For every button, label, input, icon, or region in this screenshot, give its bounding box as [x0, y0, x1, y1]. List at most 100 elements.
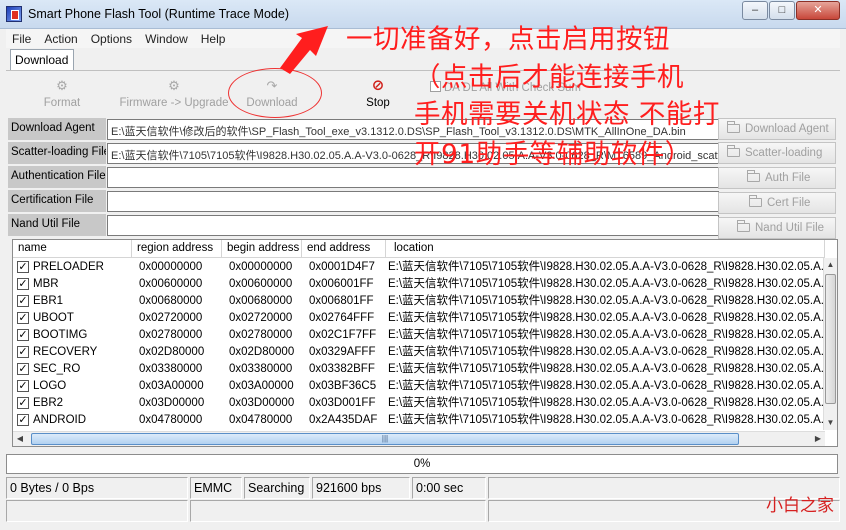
- menu-file[interactable]: File: [6, 32, 38, 46]
- pointer-arrow-icon: [280, 26, 328, 74]
- table-row[interactable]: ✓ SEC_RO 0x03380000 0x03380000 0x03382BFF E:\…: [13, 361, 825, 378]
- scroll-right-icon[interactable]: ▶: [811, 432, 825, 446]
- cell-name: BOOTIMG: [33, 329, 88, 341]
- cell-region-address: 0x00680000: [139, 295, 203, 307]
- cell-begin-address: 0x02D80000: [229, 346, 295, 358]
- cell-name: EBR2: [33, 397, 64, 409]
- cell-begin-address: 0x00000000: [229, 261, 293, 273]
- column-location[interactable]: location: [386, 240, 825, 258]
- cert-file-row: Certification File: [8, 190, 719, 212]
- menu-window[interactable]: Window: [139, 32, 195, 46]
- cell-end-address: 0x03BF36C5: [309, 380, 377, 392]
- nand-util-button[interactable]: Nand Util File: [718, 217, 836, 239]
- cell-location: E:\蓝天信软件\7105\7105软件\I9828.H30.02.05.A.A…: [388, 329, 825, 341]
- cell-region-address: 0x02720000: [139, 312, 203, 324]
- table-row[interactable]: ✓ PRELOADER 0x00000000 0x00000000 0x0001D4F7…: [13, 259, 825, 276]
- table-row[interactable]: ✓ UBOOT 0x02720000 0x02720000 0x02764FFF E:\蓝…: [13, 310, 825, 327]
- scroll-left-icon[interactable]: ◀: [13, 432, 27, 446]
- row-checkbox[interactable]: ✓: [17, 380, 29, 392]
- cell-begin-address: 0x03D00000: [229, 397, 295, 409]
- nand-util-row: Nand Util File: [8, 214, 719, 236]
- column-end-address[interactable]: end address: [302, 240, 386, 258]
- firmware-upgrade-button[interactable]: ⚙ Firmware -> Upgrade: [114, 77, 234, 115]
- horizontal-scroll-thumb[interactable]: |||: [31, 433, 739, 445]
- cell-name: EBR1: [33, 295, 64, 307]
- watermark: 小白之家: [766, 496, 834, 516]
- row-checkbox[interactable]: ✓: [17, 397, 29, 409]
- stop-button[interactable]: ⊘ Stop: [358, 77, 398, 115]
- table-row[interactable]: ✓ EBR1 0x00680000 0x00680000 0x006801FF E:\蓝天…: [13, 293, 825, 310]
- row-checkbox[interactable]: ✓: [17, 329, 29, 341]
- format-button[interactable]: ⚙ Format: [40, 77, 84, 115]
- firmware-upgrade-label: Firmware -> Upgrade: [119, 97, 229, 109]
- horizontal-scrollbar[interactable]: ◀ ||| ▶: [13, 431, 825, 446]
- auth-file-input[interactable]: [107, 167, 719, 188]
- format-icon: ⚙: [56, 78, 68, 93]
- row-checkbox[interactable]: ✓: [17, 363, 29, 375]
- status-baud: 921600 bps: [312, 477, 410, 499]
- cell-location: E:\蓝天信软件\7105\7105软件\I9828.H30.02.05.A.A…: [388, 312, 825, 324]
- cell-begin-address: 0x03A00000: [229, 380, 294, 392]
- cell-end-address: 0x0001D4F7: [309, 261, 375, 273]
- cell-region-address: 0x00600000: [139, 278, 203, 290]
- stop-icon: ⊘: [371, 77, 385, 94]
- cert-file-input[interactable]: [107, 191, 719, 212]
- column-begin-address[interactable]: begin address: [222, 240, 302, 258]
- download-agent-button[interactable]: Download Agent: [718, 118, 836, 140]
- menu-help[interactable]: Help: [195, 32, 233, 46]
- row-checkbox[interactable]: ✓: [17, 261, 29, 273]
- status-bytes: 0 Bytes / 0 Bps: [6, 477, 188, 499]
- row-checkbox[interactable]: ✓: [17, 312, 29, 324]
- partition-table: name region address begin address end ad…: [12, 239, 838, 447]
- cell-name: MBR: [33, 278, 59, 290]
- cert-file-button-label: Cert File: [767, 197, 811, 209]
- table-row[interactable]: ✓ RECOVERY 0x02D80000 0x02D80000 0x0329AFFF E…: [13, 344, 825, 361]
- scatter-loading-button[interactable]: Scatter-loading: [718, 142, 836, 164]
- table-row[interactable]: ✓ LOGO 0x03A00000 0x03A00000 0x03BF36C5 E:\蓝天…: [13, 378, 825, 395]
- table-row[interactable]: ✓ MBR 0x00600000 0x00600000 0x006001FF E:\蓝天信…: [13, 276, 825, 293]
- status-empty-2: [190, 500, 486, 522]
- menu-options[interactable]: Options: [85, 32, 139, 46]
- row-checkbox[interactable]: ✓: [17, 278, 29, 290]
- row-checkbox[interactable]: ✓: [17, 414, 29, 426]
- row-checkbox[interactable]: ✓: [17, 295, 29, 307]
- window-title: Smart Phone Flash Tool (Runtime Trace Mo…: [28, 7, 289, 21]
- cell-region-address: 0x04780000: [139, 414, 203, 426]
- cell-end-address: 0x0329AFFF: [309, 346, 376, 358]
- maximize-button[interactable]: □: [769, 1, 795, 20]
- vertical-scroll-thumb[interactable]: [825, 274, 836, 404]
- minimize-button[interactable]: –: [742, 1, 768, 20]
- row-checkbox[interactable]: ✓: [17, 346, 29, 358]
- folder-icon: [727, 121, 740, 133]
- cell-location: E:\蓝天信软件\7105\7105软件\I9828.H30.02.05.A.A…: [388, 380, 825, 392]
- cell-end-address: 0x006801FF: [309, 295, 374, 307]
- status-bar-secondary: [6, 500, 840, 522]
- auth-file-button[interactable]: Auth File: [718, 167, 836, 189]
- firmware-upgrade-icon: ⚙: [168, 78, 180, 93]
- table-row[interactable]: ✓ EBR2 0x03D00000 0x03D00000 0x03D001FF E:\蓝天…: [13, 395, 825, 412]
- nand-util-input[interactable]: [107, 215, 719, 236]
- tab-download[interactable]: Download: [10, 49, 74, 70]
- menu-action[interactable]: Action: [38, 32, 84, 46]
- vertical-scrollbar[interactable]: ▲ ▼: [823, 258, 837, 430]
- column-region-address[interactable]: region address: [132, 240, 222, 258]
- annotation-line-4: 开91助手等辅助软件）: [414, 139, 692, 170]
- column-name[interactable]: name: [13, 240, 132, 258]
- table-row[interactable]: ✓ ANDROID 0x04780000 0x04780000 0x2A435DAF E:…: [13, 412, 825, 429]
- cell-region-address: 0x00000000: [139, 261, 203, 273]
- scroll-up-icon[interactable]: ▲: [824, 258, 837, 272]
- cell-begin-address: 0x03380000: [229, 363, 293, 375]
- highlight-ellipse: [228, 68, 322, 118]
- close-button[interactable]: ✕: [796, 1, 840, 20]
- folder-icon: [727, 145, 740, 157]
- scroll-down-icon[interactable]: ▼: [824, 416, 837, 430]
- cell-location: E:\蓝天信软件\7105\7105软件\I9828.H30.02.05.A.A…: [388, 295, 825, 307]
- status-time: 0:00 sec: [412, 477, 486, 499]
- stop-label: Stop: [366, 97, 390, 109]
- table-body: ✓ PRELOADER 0x00000000 0x00000000 0x0001D4F7…: [13, 259, 825, 429]
- cell-location: E:\蓝天信软件\7105\7105软件\I9828.H30.02.05.A.A…: [388, 397, 825, 409]
- cell-begin-address: 0x00600000: [229, 278, 293, 290]
- cert-file-button[interactable]: Cert File: [718, 192, 836, 214]
- table-row[interactable]: ✓ BOOTIMG 0x02780000 0x02780000 0x02C1F7FF E:…: [13, 327, 825, 344]
- auth-file-label: Authentication File: [8, 166, 106, 188]
